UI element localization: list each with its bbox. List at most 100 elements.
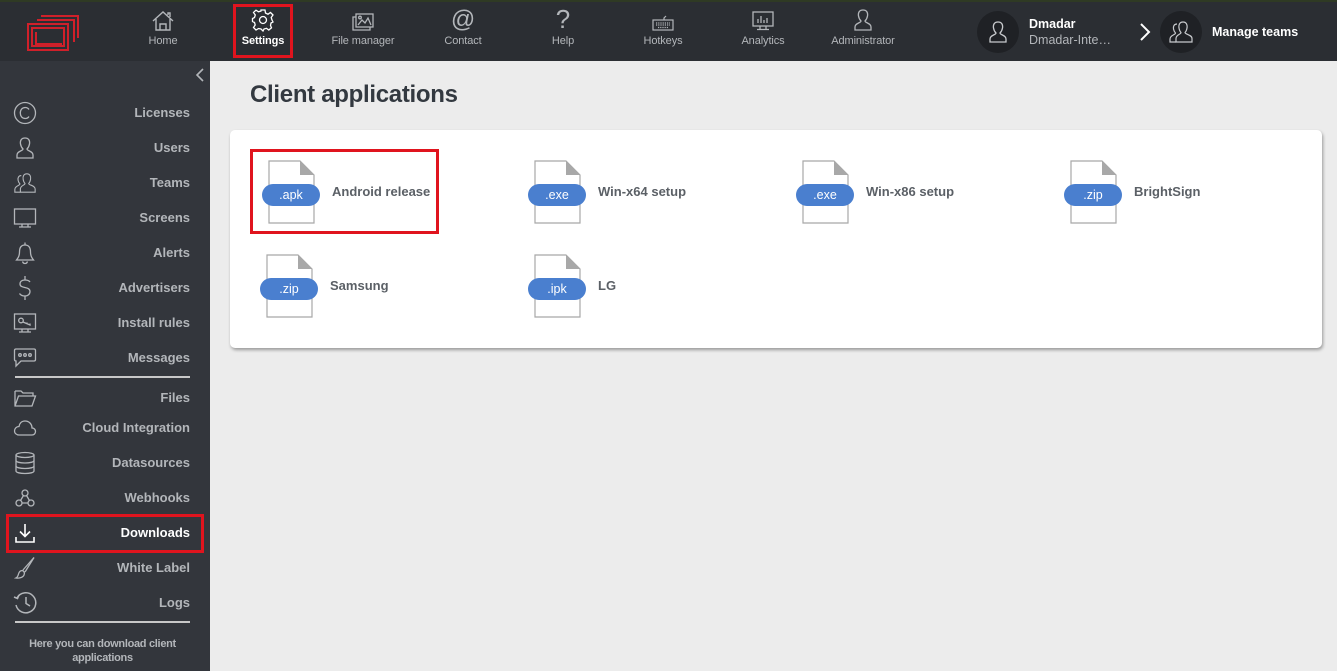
at-icon: @	[450, 6, 476, 33]
nav-contact[interactable]: @ Contact	[433, 2, 493, 61]
nav-analytics-label: Analytics	[741, 35, 785, 47]
sidebar-item-screens[interactable]: Screens	[0, 202, 210, 232]
app-name: BrightSign	[1134, 184, 1201, 199]
sidebar-item-label: Webhooks	[124, 489, 191, 505]
analytics-monitor-icon	[751, 2, 775, 34]
app-download-win-x64-setup[interactable]: .exe Win-x64 setup	[528, 160, 718, 230]
client-applications-card: .apk Android release .exe Win-x64 setup …	[230, 130, 1322, 348]
bell-icon	[13, 241, 37, 265]
user-team: Dmadar-Inte…	[1029, 33, 1111, 47]
sidebar-divider	[15, 376, 190, 378]
nav-help[interactable]: ? Help	[533, 2, 593, 61]
chevron-right-icon[interactable]	[1137, 22, 1153, 42]
sidebar-item-label: Downloads	[120, 524, 190, 540]
file-extension-badge: .exe	[796, 184, 854, 206]
question-icon: ?	[555, 4, 571, 34]
user-icon	[989, 21, 1007, 43]
sidebar-item-label: Install rules	[117, 314, 190, 330]
sidebar: Licenses Users Teams Screens Alerts Adve…	[0, 61, 210, 671]
sidebar-item-label: Datasources	[111, 454, 190, 470]
sidebar-item-label: Alerts	[153, 244, 190, 260]
nav-home-label: Home	[148, 35, 178, 47]
sidebar-item-alerts[interactable]: Alerts	[0, 237, 210, 267]
keyboard-icon	[651, 2, 675, 34]
sidebar-item-label: Cloud Integration	[82, 419, 190, 435]
sidebar-item-label: Users	[153, 139, 190, 155]
sidebar-item-datasources[interactable]: Datasources	[0, 447, 210, 477]
sidebar-item-install-rules[interactable]: Install rules	[0, 307, 210, 337]
sidebar-item-logs[interactable]: Logs	[0, 587, 210, 617]
sidebar-item-licenses[interactable]: Licenses	[0, 97, 210, 127]
nav-administrator-label: Administrator	[831, 35, 895, 47]
sidebar-item-label: Logs	[158, 594, 190, 610]
app-name: Win-x86 setup	[866, 184, 955, 199]
sidebar-item-advertisers[interactable]: Advertisers	[0, 272, 210, 302]
nav-settings[interactable]: Settings	[233, 2, 293, 61]
file-extension-badge: .ipk	[528, 278, 586, 300]
app-download-brightsign[interactable]: .zip BrightSign	[1064, 160, 1254, 230]
nav-home[interactable]: Home	[133, 2, 193, 61]
gear-icon	[251, 2, 275, 34]
file-extension-badge: .zip	[260, 278, 318, 300]
sidebar-item-label: Messages	[127, 349, 190, 365]
collapse-sidebar-chevron-icon[interactable]	[192, 66, 208, 84]
nav-hotkeys[interactable]: Hotkeys	[633, 2, 693, 61]
database-icon	[13, 451, 37, 475]
avatar	[977, 11, 1019, 53]
sidebar-item-files[interactable]: Files	[0, 382, 210, 412]
users-icon	[13, 171, 37, 195]
user-name: Dmadar	[1029, 17, 1076, 31]
users-icon	[1169, 21, 1193, 43]
nav-contact-label: Contact	[444, 35, 482, 47]
user-icon	[853, 2, 873, 34]
copyright-icon	[13, 101, 37, 125]
nav-analytics[interactable]: Analytics	[733, 2, 793, 61]
webhook-icon	[13, 486, 37, 510]
nav-administrator[interactable]: Administrator	[823, 2, 903, 61]
sidebar-item-teams[interactable]: Teams	[0, 167, 210, 197]
app-download-win-x86-setup[interactable]: .exe Win-x86 setup	[796, 160, 986, 230]
file-extension-badge: .apk	[262, 184, 320, 206]
sidebar-item-label: Advertisers	[118, 279, 190, 295]
sidebar-item-webhooks[interactable]: Webhooks	[0, 482, 210, 512]
sidebar-item-label: Licenses	[134, 104, 190, 120]
sidebar-item-messages[interactable]: Messages	[0, 342, 210, 372]
sidebar-item-downloads[interactable]: Downloads	[0, 517, 210, 547]
sidebar-item-label: Screens	[139, 209, 190, 225]
app-download-lg[interactable]: .ipk LG	[528, 254, 718, 324]
file-extension-badge: .exe	[528, 184, 586, 206]
app-download-android-release[interactable]: .apk Android release	[262, 160, 452, 230]
monitor-key-icon	[13, 311, 37, 335]
home-icon	[151, 2, 175, 34]
teams-avatar	[1160, 11, 1202, 53]
app-name: Android release	[332, 184, 431, 199]
brush-icon	[13, 556, 37, 580]
download-icon	[13, 521, 37, 545]
nav-settings-label: Settings	[241, 35, 285, 47]
manage-teams-label: Manage teams	[1212, 25, 1299, 39]
sidebar-item-label: Files	[160, 389, 190, 405]
nav-file-manager-label: File manager	[331, 35, 395, 47]
sidebar-divider	[15, 621, 190, 623]
sidebar-item-users[interactable]: Users	[0, 132, 210, 162]
nav-file-manager[interactable]: File manager	[323, 2, 403, 61]
current-user[interactable]: Dmadar Dmadar-Inte…	[977, 11, 1111, 53]
app-name: LG	[598, 278, 617, 293]
sidebar-item-cloud-integration[interactable]: Cloud Integration	[0, 412, 210, 442]
app-name: Samsung	[330, 278, 389, 293]
sidebar-item-label: Teams	[149, 174, 190, 190]
cloud-icon	[13, 416, 37, 440]
folder-icon	[13, 386, 37, 410]
sidebar-help-text: Here you can download client application…	[29, 638, 176, 664]
images-icon	[351, 2, 375, 34]
manage-teams-button[interactable]: Manage teams	[1160, 11, 1298, 53]
app-download-samsung[interactable]: .zip Samsung	[260, 254, 450, 324]
message-icon	[13, 346, 37, 370]
sidebar-item-white-label[interactable]: White Label	[0, 552, 210, 582]
top-navigation-bar: Home Settings File manager @ Contact ? H…	[0, 0, 1337, 61]
nav-hotkeys-label: Hotkeys	[643, 35, 683, 47]
history-icon	[13, 591, 37, 615]
app-logo[interactable]	[26, 12, 82, 54]
monitor-icon	[13, 206, 37, 230]
app-name: Win-x64 setup	[598, 184, 687, 199]
